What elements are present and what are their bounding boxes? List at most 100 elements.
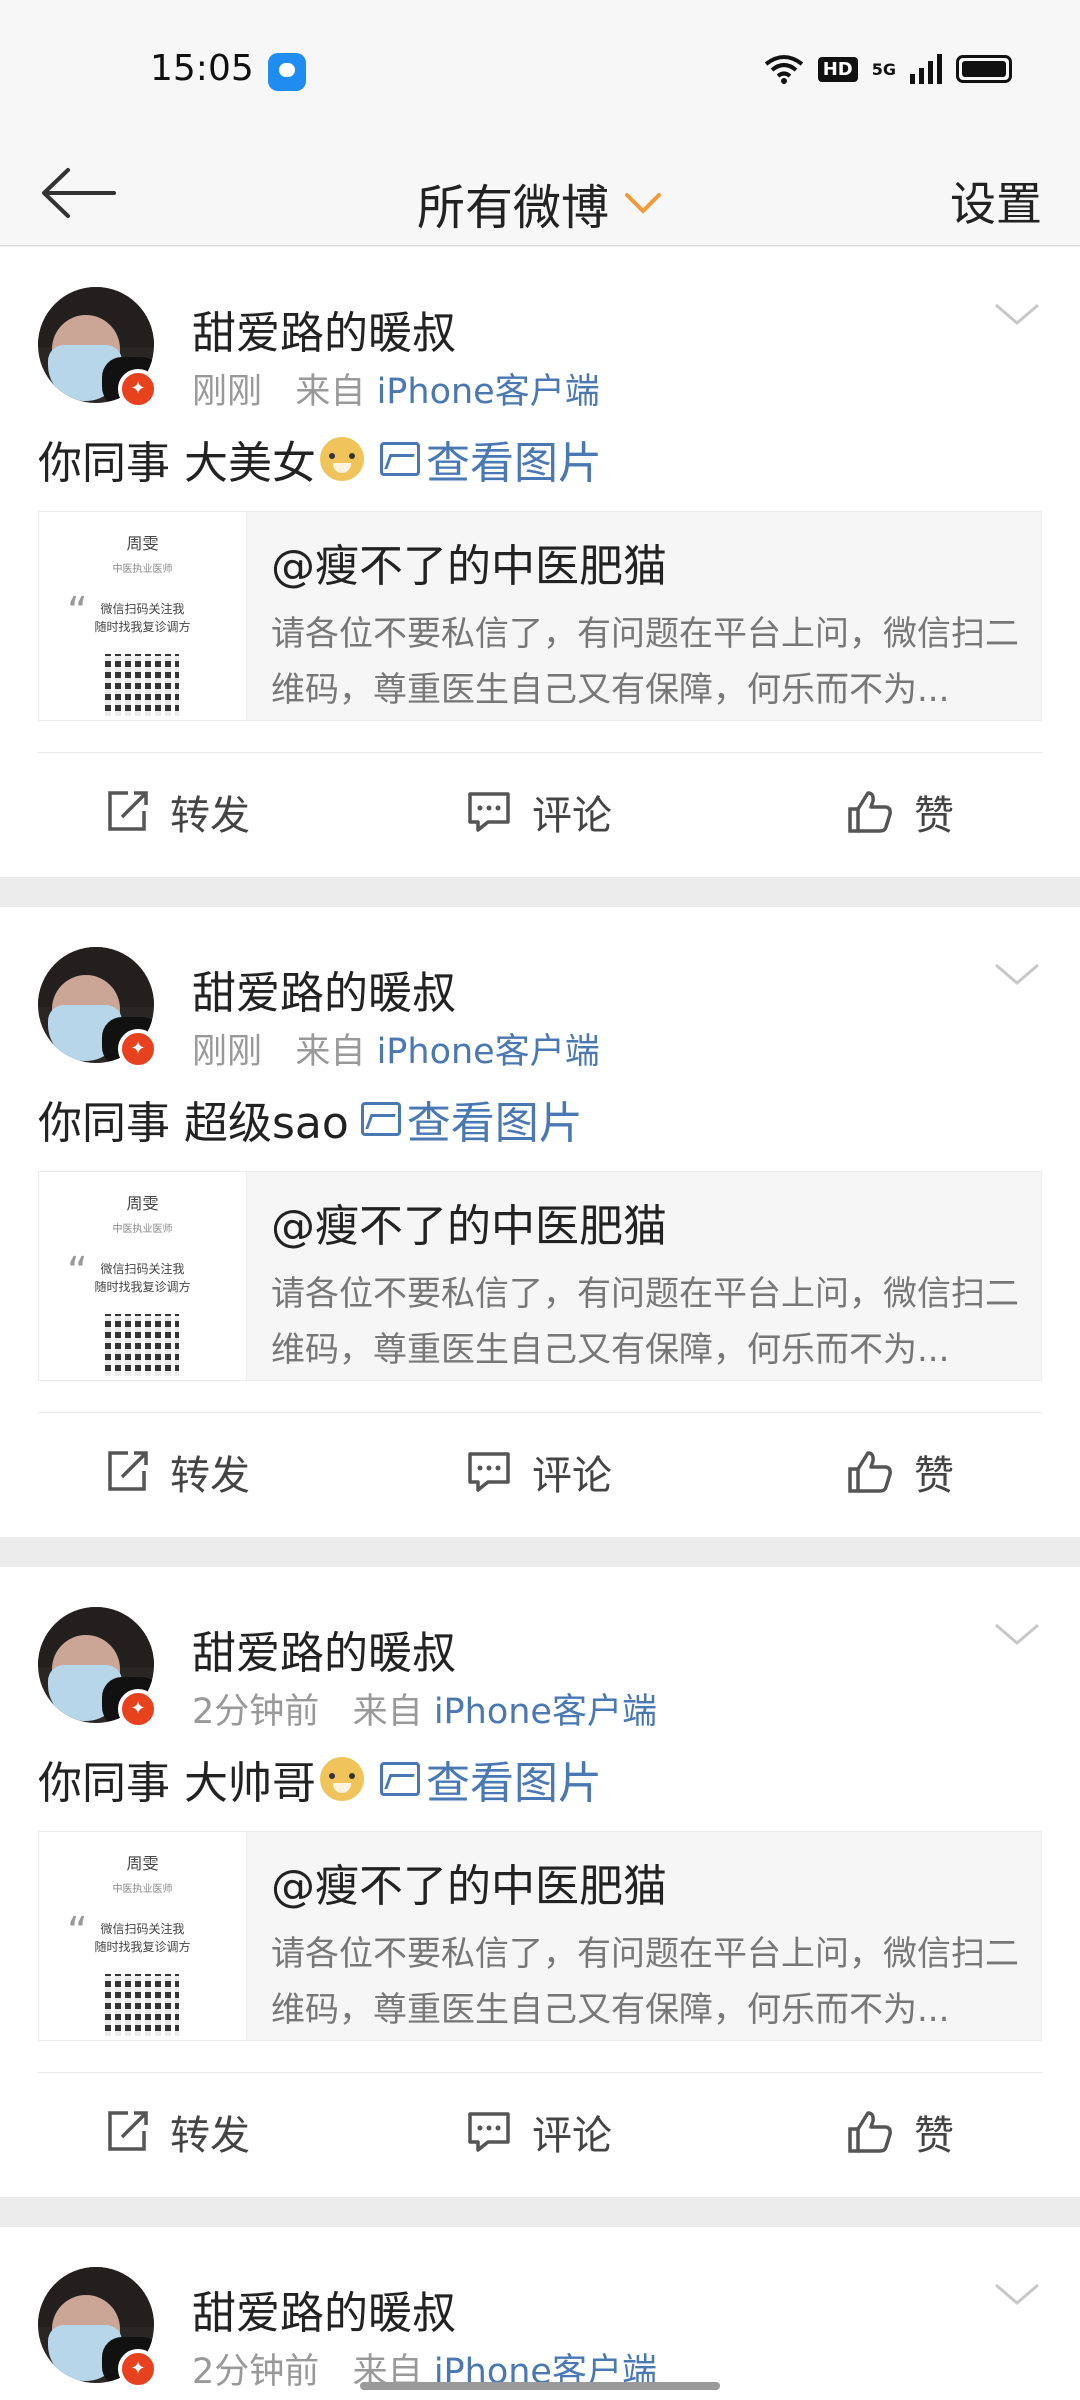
repost-button[interactable]: 转发 xyxy=(104,1443,250,1501)
shared-post[interactable]: 周雯 中医执业医师 “ 微信扫码关注我 随时找我复诊调方 @瘦不了的中医肥猫 请各… xyxy=(38,1831,1042,2041)
image-icon xyxy=(380,442,420,476)
post-text: 你同事 大帅哥 查看图片 xyxy=(38,1747,602,1811)
thumb-subtitle: 中医执业医师 xyxy=(112,1224,173,1235)
repost-icon xyxy=(108,791,148,831)
action-bar: 转发 评论 赞 xyxy=(0,2073,1080,2185)
doge-emoji-icon xyxy=(320,437,364,481)
chevron-down-icon[interactable] xyxy=(992,955,1042,995)
repost-icon xyxy=(108,1451,148,1491)
shared-post[interactable]: 周雯 中医执业医师 “ 微信扫码关注我 随时找我复诊调方 @瘦不了的中医肥猫 请各… xyxy=(38,1171,1042,1381)
thumb-subtitle: 中医执业医师 xyxy=(112,1884,173,1895)
app-notification-icon xyxy=(268,53,306,91)
username[interactable]: 甜爱路的暖叔 xyxy=(192,2277,456,2341)
like-button[interactable]: 赞 xyxy=(846,1443,954,1501)
image-icon xyxy=(360,1102,401,1136)
post-text-body: 你同事 大美女 xyxy=(38,438,316,489)
comment-button[interactable]: 评论 xyxy=(466,783,612,841)
username[interactable]: 甜爱路的暖叔 xyxy=(192,957,456,1021)
post-text: 你同事 大美女 查看图片 xyxy=(38,427,602,491)
verified-badge-icon: ✦ xyxy=(118,2349,158,2389)
username[interactable]: 甜爱路的暖叔 xyxy=(192,1617,456,1681)
verified-badge-icon: ✦ xyxy=(118,369,158,409)
comment-button[interactable]: 评论 xyxy=(466,1443,612,1501)
post-card[interactable]: ✦ 甜爱路的暖叔 2分钟前 来自 iPhone客户端 xyxy=(0,2227,1080,2400)
thumb-name: 周雯 xyxy=(126,1194,159,1213)
comment-button[interactable]: 评论 xyxy=(466,2103,612,2161)
shared-thumbnail: 周雯 中医执业医师 “ 微信扫码关注我 随时找我复诊调方 xyxy=(39,512,247,720)
like-label: 赞 xyxy=(914,2113,954,2159)
view-image-link[interactable]: 查看图片 xyxy=(360,1087,583,1151)
like-button[interactable]: 赞 xyxy=(846,783,954,841)
home-indicator[interactable] xyxy=(360,2382,720,2390)
action-bar: 转发 评论 赞 xyxy=(0,753,1080,865)
settings-button[interactable]: 设置 xyxy=(950,168,1042,234)
post-meta: 刚刚 来自 iPhone客户端 xyxy=(192,363,600,414)
chevron-down-icon[interactable] xyxy=(992,295,1042,335)
page-title: 所有微博 xyxy=(416,180,609,236)
post-card[interactable]: ✦ 甜爱路的暖叔 刚刚 来自 iPhone客户端 你同事 超级sao 查看图片 … xyxy=(0,907,1080,1537)
comment-icon xyxy=(468,1452,510,1492)
thumb-line-2: 随时找我复诊调方 xyxy=(94,1940,191,1954)
view-image-link[interactable]: 查看图片 xyxy=(380,1747,602,1811)
post-time: 刚刚 xyxy=(192,372,263,412)
like-label: 赞 xyxy=(914,793,954,839)
verified-badge-icon: ✦ xyxy=(118,1029,158,1069)
battery-icon xyxy=(956,55,1012,83)
post-card[interactable]: ✦ 甜爱路的暖叔 2分钟前 来自 iPhone客户端 你同事 大帅哥 查看图片 … xyxy=(0,1567,1080,2197)
thumb-name: 周雯 xyxy=(126,1854,159,1873)
post-source[interactable]: iPhone客户端 xyxy=(377,1032,600,1072)
repost-button[interactable]: 转发 xyxy=(104,2103,250,2161)
view-image-link[interactable]: 查看图片 xyxy=(380,427,602,491)
post-text: 你同事 超级sao 查看图片 xyxy=(38,1087,583,1151)
chevron-down-icon[interactable] xyxy=(992,2275,1042,2315)
post-card[interactable]: ✦ 甜爱路的暖叔 刚刚 来自 iPhone客户端 你同事 大美女 查看图片 周雯… xyxy=(0,247,1080,877)
post-source[interactable]: iPhone客户端 xyxy=(377,372,600,412)
shared-post-text: 请各位不要私信了，有问题在平台上问，微信扫二维码，尊重医生自己又有保障，何乐而不… xyxy=(271,1934,1019,2030)
network-label: 5G xyxy=(871,59,896,79)
doge-emoji-icon xyxy=(320,1757,364,1801)
username[interactable]: 甜爱路的暖叔 xyxy=(192,297,456,361)
post-time: 2分钟前 xyxy=(192,1692,320,1732)
thumbs-up-icon xyxy=(848,791,892,833)
top-nav-bar: 所有微博 设置 xyxy=(0,140,1080,246)
shared-post[interactable]: 周雯 中医执业医师 “ 微信扫码关注我 随时找我复诊调方 @瘦不了的中医肥猫 请各… xyxy=(38,511,1042,721)
clock: 15:05 xyxy=(150,48,254,89)
shared-post-text: 请各位不要私信了，有问题在平台上问，微信扫二维码，尊重医生自己又有保障，何乐而不… xyxy=(271,1274,1019,1370)
from-label: 来自 xyxy=(295,372,366,412)
view-image-label: 查看图片 xyxy=(426,1758,602,1809)
thumbs-up-icon xyxy=(848,1451,892,1493)
action-bar: 转发 评论 赞 xyxy=(0,1413,1080,1525)
shared-thumbnail: 周雯 中医执业医师 “ 微信扫码关注我 随时找我复诊调方 xyxy=(39,1172,247,1380)
chevron-down-icon[interactable] xyxy=(992,1615,1042,1655)
thumb-subtitle: 中医执业医师 xyxy=(112,564,173,575)
image-icon xyxy=(380,1762,420,1796)
post-source[interactable]: iPhone客户端 xyxy=(434,1692,657,1732)
comment-label: 评论 xyxy=(532,793,612,839)
verified-badge-icon: ✦ xyxy=(118,1689,158,1729)
repost-label: 转发 xyxy=(170,1453,250,1499)
repost-label: 转发 xyxy=(170,793,250,839)
like-button[interactable]: 赞 xyxy=(846,2103,954,2161)
repost-icon xyxy=(108,2111,148,2151)
thumb-line-1: 微信扫码关注我 xyxy=(100,1922,185,1936)
thumb-text: 微信扫码关注我 随时找我复诊调方 xyxy=(39,1260,246,1296)
system-icons: HD 5G xyxy=(764,54,1012,84)
shared-thumbnail: 周雯 中医执业医师 “ 微信扫码关注我 随时找我复诊调方 xyxy=(39,1832,247,2040)
comment-label: 评论 xyxy=(532,1453,612,1499)
feed-filter-dropdown[interactable]: 所有微博 xyxy=(0,168,1080,238)
comment-icon xyxy=(468,792,510,832)
chevron-down-icon xyxy=(625,193,661,214)
view-image-label: 查看图片 xyxy=(406,1098,583,1149)
like-label: 赞 xyxy=(914,1453,954,1499)
view-image-label: 查看图片 xyxy=(426,438,602,489)
repost-button[interactable]: 转发 xyxy=(104,783,250,841)
thumbs-up-icon xyxy=(848,2111,892,2153)
thumb-text: 微信扫码关注我 随时找我复诊调方 xyxy=(39,1920,246,1956)
post-time: 刚刚 xyxy=(192,1032,263,1072)
shared-post-author: @瘦不了的中医肥猫 xyxy=(271,541,667,592)
status-bar: 15:05 HD 5G xyxy=(0,0,1080,140)
shared-post-author: @瘦不了的中医肥猫 xyxy=(271,1861,667,1912)
post-meta: 2分钟前 来自 iPhone客户端 xyxy=(192,1683,657,1734)
from-label: 来自 xyxy=(295,1032,366,1072)
thumb-text: 微信扫码关注我 随时找我复诊调方 xyxy=(39,600,246,636)
